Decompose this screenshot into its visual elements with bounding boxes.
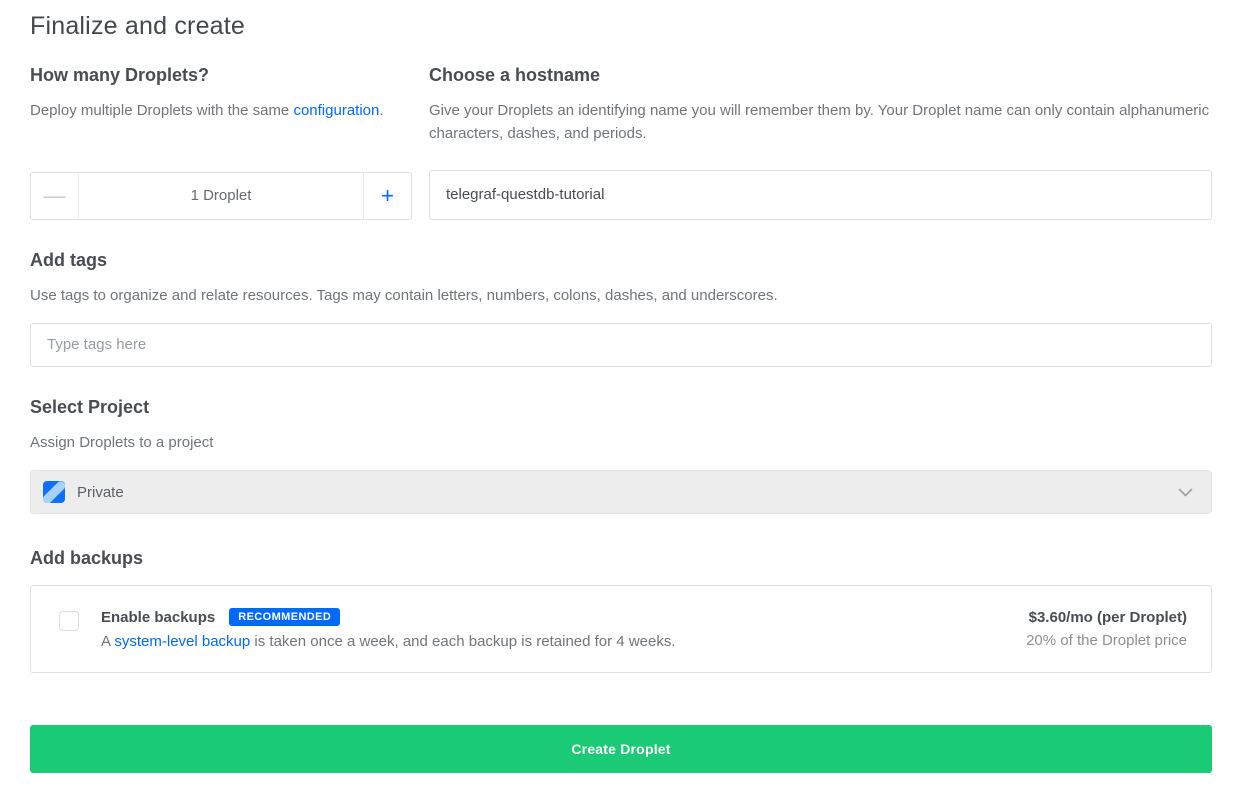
droplet-count-description-suffix: . [379, 102, 383, 119]
project-description: Assign Droplets to a project [30, 431, 1212, 454]
hostname-heading: Choose a hostname [429, 65, 1212, 86]
backups-description-prefix: A [101, 633, 114, 650]
backups-heading: Add backups [30, 548, 1212, 569]
project-icon-stripe [43, 481, 65, 503]
hostname-description: Give your Droplets an identifying name y… [429, 99, 1212, 146]
backups-price-note: 20% of the Droplet price [1026, 632, 1187, 649]
droplet-count-stepper: — 1 Droplet + [30, 172, 412, 220]
project-heading: Select Project [30, 397, 1212, 418]
backups-title-row: Enable backups RECOMMENDED [101, 608, 1026, 626]
hostname-control-slot [429, 146, 1212, 220]
backups-description-suffix: is taken once a week, and each backup is… [250, 633, 675, 650]
backups-description: A system-level backup is taken once a we… [101, 633, 1026, 650]
droplet-count-control-slot: — 1 Droplet + [30, 148, 412, 220]
enable-backups-checkbox[interactable] [59, 611, 79, 631]
backups-card: Enable backups RECOMMENDED A system-leve… [30, 585, 1212, 673]
create-droplet-button[interactable]: Create Droplet [30, 725, 1212, 773]
project-select-dropdown[interactable]: Private [30, 470, 1212, 514]
tags-input[interactable] [30, 323, 1212, 367]
finalize-and-create-page: Finalize and create How many Droplets? D… [0, 0, 1237, 789]
chevron-down-icon [1178, 488, 1193, 497]
configuration-link[interactable]: configuration [293, 102, 379, 119]
droplet-count-heading: How many Droplets? [30, 65, 412, 86]
enable-backups-label[interactable]: Enable backups [101, 609, 215, 626]
hostname-section: Choose a hostname Give your Droplets an … [429, 65, 1212, 220]
droplet-count-description: Deploy multiple Droplets with the same c… [30, 99, 412, 122]
project-selected-value: Private [77, 484, 1178, 501]
backups-pricing: $3.60/mo (per Droplet) 20% of the Drople… [1026, 608, 1187, 649]
tags-description: Use tags to organize and relate resource… [30, 284, 1212, 307]
page-title: Finalize and create [30, 12, 1212, 41]
tags-heading: Add tags [30, 250, 1212, 271]
system-level-backup-link[interactable]: system-level backup [114, 633, 250, 650]
backups-card-main: Enable backups RECOMMENDED A system-leve… [101, 608, 1026, 650]
droplet-count-value: 1 Droplet [79, 173, 363, 219]
recommended-badge: RECOMMENDED [229, 608, 340, 626]
backups-price: $3.60/mo (per Droplet) [1026, 609, 1187, 626]
increment-droplets-button[interactable]: + [363, 173, 411, 219]
project-section: Select Project Assign Droplets to a proj… [30, 397, 1212, 514]
backups-section: Add backups Enable backups RECOMMENDED A… [30, 548, 1212, 673]
tags-section: Add tags Use tags to organize and relate… [30, 250, 1212, 367]
droplet-count-description-text: Deploy multiple Droplets with the same [30, 102, 293, 119]
hostname-input[interactable] [429, 170, 1212, 220]
top-row: How many Droplets? Deploy multiple Dropl… [30, 65, 1212, 220]
project-icon [43, 481, 65, 503]
decrement-droplets-button[interactable]: — [31, 173, 79, 219]
droplet-count-section: How many Droplets? Deploy multiple Dropl… [30, 65, 412, 220]
